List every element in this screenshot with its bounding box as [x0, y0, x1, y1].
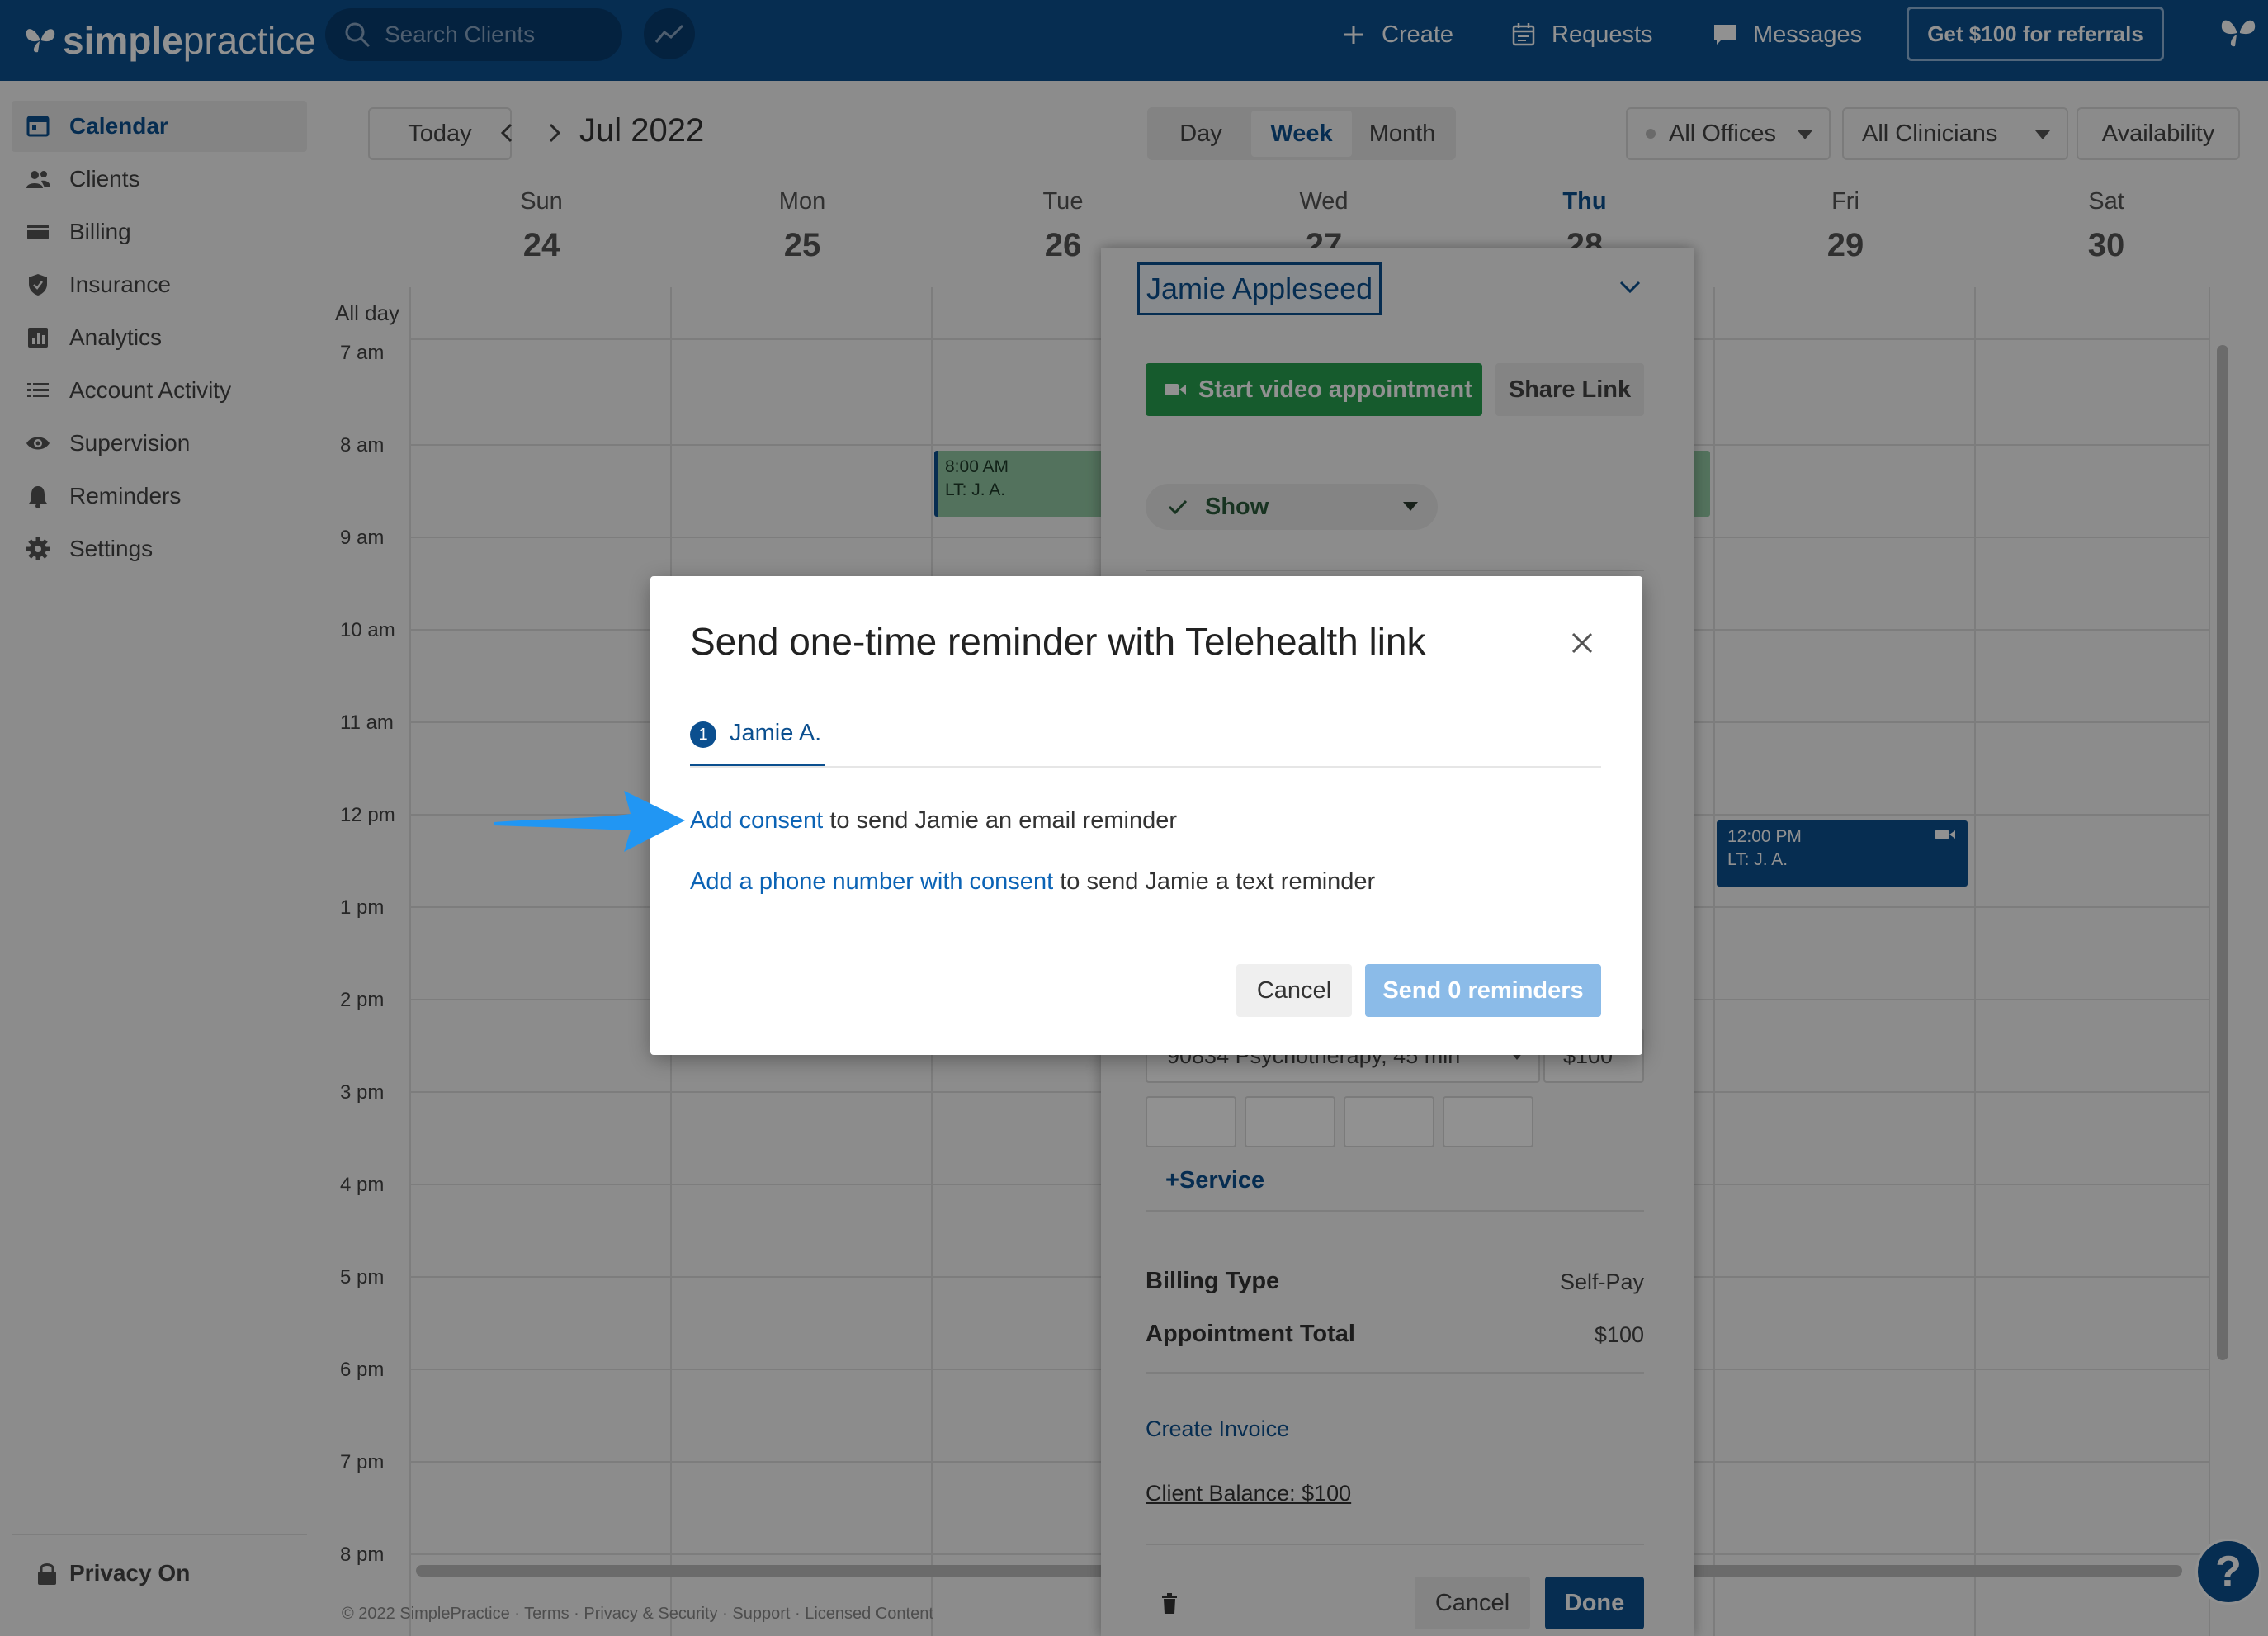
email-reminder-text: to send Jamie an email reminder — [823, 807, 1177, 834]
send-reminders-button[interactable]: Send 0 reminders — [1365, 964, 1601, 1017]
add-phone-link[interactable]: Add a phone number with consent — [690, 868, 1053, 895]
callout-arrow-icon — [494, 791, 685, 852]
add-consent-link[interactable]: Add consent — [690, 807, 823, 834]
sms-reminder-text: to send Jamie a text reminder — [1053, 868, 1376, 895]
sms-reminder-line: Add a phone number with consent to send … — [690, 868, 1375, 896]
email-reminder-line: Add consent to send Jamie an email remin… — [690, 807, 1177, 835]
tab-label: Jamie A. — [730, 720, 822, 746]
tab-divider — [690, 766, 1601, 768]
client-tab[interactable]: 1 Jamie A. — [690, 720, 825, 768]
close-icon[interactable] — [1570, 631, 1595, 655]
modal-cancel-button[interactable]: Cancel — [1236, 964, 1352, 1017]
modal-title: Send one-time reminder with Telehealth l… — [690, 620, 1426, 663]
reminder-modal: Send one-time reminder with Telehealth l… — [650, 576, 1642, 1055]
tab-number-badge: 1 — [690, 721, 716, 748]
